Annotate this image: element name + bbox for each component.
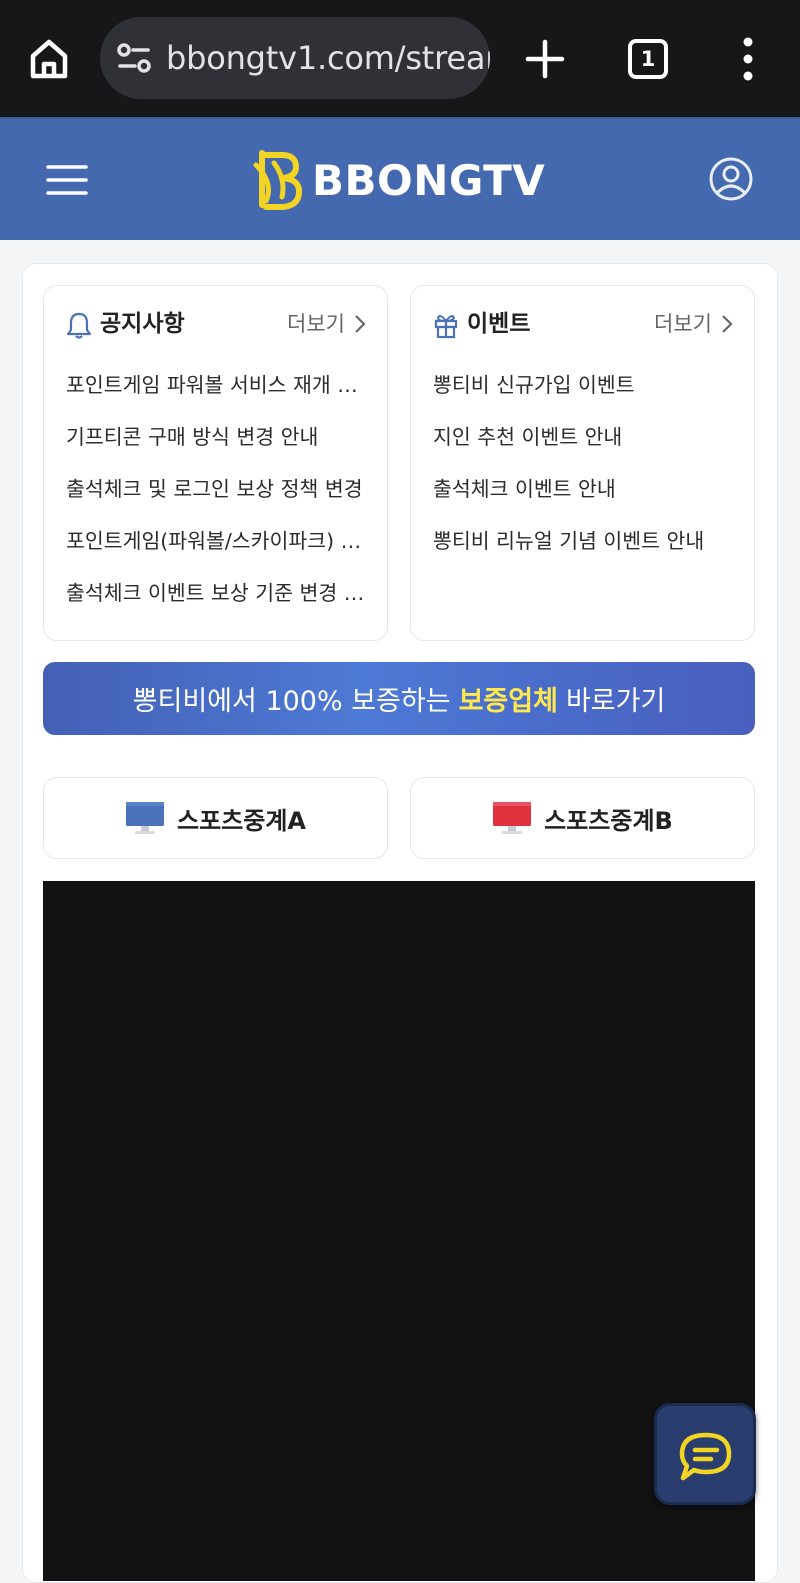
tab-sports-a[interactable]: 스포츠중계A [43, 777, 388, 859]
event-item[interactable]: 뽕티비 신규가입 이벤트 [433, 368, 736, 420]
notice-list: 포인트게임 파워볼 서비스 재개 안내 기프티콘 구매 방식 변경 안내 출석체… [66, 368, 369, 628]
event-board-header: 이벤트 더보기 [431, 308, 734, 340]
tab-switcher-button[interactable]: 1 [628, 39, 668, 79]
chevron-right-icon[interactable] [720, 314, 734, 334]
event-item[interactable]: 지인 추천 이벤트 안내 [433, 420, 736, 472]
bell-icon [66, 312, 92, 339]
notice-item[interactable]: 포인트게임 파워볼 서비스 재개 안내 [66, 368, 369, 420]
address-bar[interactable]: bbongtv1.com/strear [100, 17, 490, 99]
notice-item[interactable]: 출석체크 및 로그인 보상 정책 변경 [66, 472, 369, 524]
user-circle-icon[interactable] [708, 156, 754, 202]
event-board: 이벤트 더보기 뽕티비 신규가입 이벤트 지인 추천 이벤트 안내 출석체크 이… [410, 285, 755, 641]
event-more-link[interactable]: 더보기 [654, 308, 734, 340]
browser-toolbar: bbongtv1.com/strear 1 [0, 0, 800, 117]
chat-button[interactable] [654, 1403, 756, 1505]
banner-highlight: 보증업체 [458, 686, 558, 717]
notice-item[interactable]: 출석체크 이벤트 보상 기준 변경 안내 [66, 576, 369, 628]
tab-sports-a-label[interactable]: 스포츠중계A [177, 801, 306, 836]
event-more-label[interactable]: 더보기 [654, 308, 712, 340]
notice-board: 공지사항 더보기 포인트게임 파워볼 서비스 재개 안내 기프티콘 구매 방식 … [43, 285, 388, 641]
event-list: 뽕티비 신규가입 이벤트 지인 추천 이벤트 안내 출석체크 이벤트 안내 뽕티… [433, 368, 736, 576]
more-vert-icon[interactable] [736, 36, 760, 82]
logo-text: BBONGTV [312, 155, 546, 205]
banner-prefix: 뽕티비에서 100% 보증하는 [132, 686, 451, 717]
guarantee-banner[interactable]: 뽕티비에서 100% 보증하는 보증업체 바로가기 [43, 662, 755, 735]
monitor-icon [126, 802, 164, 834]
hamburger-icon[interactable] [46, 163, 88, 197]
home-icon[interactable] [26, 36, 72, 82]
notice-title: 공지사항 [100, 311, 185, 337]
chevron-right-icon[interactable] [353, 314, 367, 334]
plus-icon[interactable] [522, 36, 568, 82]
site-header: BBONGTV [0, 117, 800, 240]
notice-board-header: 공지사항 더보기 [64, 308, 367, 340]
tab-sports-b-label[interactable]: 스포츠중계B [544, 801, 673, 836]
notice-item[interactable]: 포인트게임(파워볼/스카이파크) 안내 [66, 524, 369, 576]
banner-suffix: 바로가기 [565, 686, 666, 717]
event-item[interactable]: 뽕티비 리뉴얼 기념 이벤트 안내 [433, 524, 736, 576]
chat-icon [679, 1432, 732, 1481]
event-item[interactable]: 출석체크 이벤트 안내 [433, 472, 736, 524]
tune-icon[interactable] [116, 41, 152, 75]
event-title: 이벤트 [467, 311, 531, 337]
monitor-icon [493, 802, 532, 834]
gift-icon [434, 315, 458, 339]
tab-sports-b[interactable]: 스포츠중계B [410, 777, 755, 859]
logo-mark-icon [253, 150, 303, 210]
notice-more-label[interactable]: 더보기 [287, 308, 345, 340]
notice-more-link[interactable]: 더보기 [287, 308, 367, 340]
video-player[interactable] [43, 881, 755, 1581]
notice-item[interactable]: 기프티콘 구매 방식 변경 안내 [66, 420, 369, 472]
site-logo[interactable]: BBONGTV [252, 147, 545, 213]
url-text[interactable]: bbongtv1.com/strear [166, 17, 490, 99]
